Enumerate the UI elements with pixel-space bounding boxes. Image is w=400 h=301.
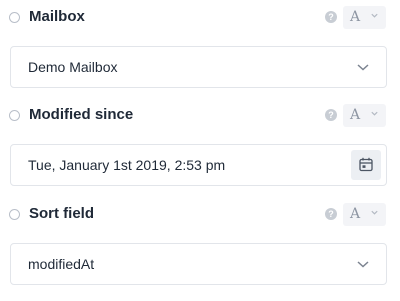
sort-field-mode-select[interactable]: A <box>343 203 386 226</box>
modified-since-input[interactable]: Tue, January 1st 2019, 2:53 pm <box>10 144 387 186</box>
mode-letter: A <box>350 9 361 25</box>
help-icon[interactable]: ? <box>325 109 337 121</box>
modified-since-radio[interactable] <box>9 110 20 121</box>
sort-field-radio[interactable] <box>9 209 20 220</box>
modified-since-field-header: Modified since ? A <box>0 104 400 132</box>
mailbox-mode-select[interactable]: A <box>343 6 386 29</box>
mailbox-value: Demo Mailbox <box>28 59 118 75</box>
sort-field-field-header: Sort field ? A <box>0 203 400 231</box>
mode-letter: A <box>350 107 361 123</box>
chevron-down-icon <box>371 13 378 18</box>
mailbox-field-header: Mailbox ? A <box>0 6 400 34</box>
chevron-down-icon <box>371 210 378 215</box>
sort-field-label: Sort field <box>29 205 95 222</box>
calendar-icon <box>359 157 373 172</box>
help-icon[interactable]: ? <box>325 208 337 220</box>
modified-since-value: Tue, January 1st 2019, 2:53 pm <box>28 157 226 173</box>
chevron-down-icon <box>357 261 369 268</box>
mailbox-radio[interactable] <box>9 12 20 23</box>
modified-since-label: Modified since <box>29 106 134 123</box>
help-icon[interactable]: ? <box>325 11 337 23</box>
mode-letter: A <box>350 206 361 222</box>
mailbox-select[interactable]: Demo Mailbox <box>10 46 387 88</box>
chevron-down-icon <box>357 64 369 71</box>
modified-since-mode-select[interactable]: A <box>343 104 386 127</box>
calendar-button[interactable] <box>351 150 381 180</box>
chevron-down-icon <box>371 111 378 116</box>
sort-field-select[interactable]: modifiedAt <box>10 243 387 285</box>
sort-field-value: modifiedAt <box>28 256 95 272</box>
mailbox-label: Mailbox <box>29 8 85 25</box>
